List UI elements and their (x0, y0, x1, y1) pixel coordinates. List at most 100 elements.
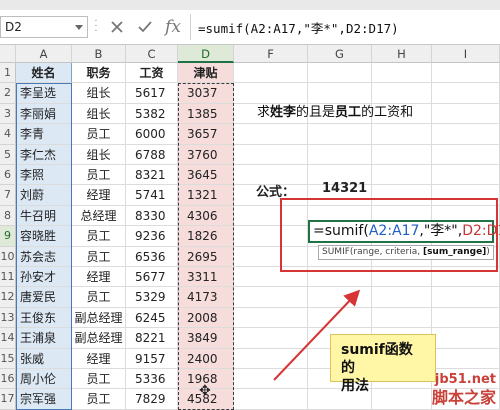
table-cell[interactable]: 9236 (126, 226, 178, 247)
table-cell[interactable]: 周小伦 (16, 369, 72, 390)
column-header-f[interactable]: F (234, 45, 308, 63)
cell[interactable] (432, 63, 500, 84)
insert-function-button[interactable]: fx (162, 16, 184, 38)
table-cell[interactable]: 刘蔚 (16, 185, 72, 206)
row-header-1[interactable]: 1 (0, 63, 16, 84)
table-cell[interactable]: 组长 (72, 103, 126, 125)
table-cell[interactable]: 李呈选 (16, 83, 72, 104)
cell[interactable] (308, 63, 372, 84)
cell[interactable] (432, 103, 500, 125)
cell[interactable] (432, 165, 500, 186)
cell[interactable] (234, 348, 308, 369)
table-cell[interactable]: 李丽娟 (16, 103, 72, 125)
column-header-d[interactable]: D (178, 45, 234, 63)
name-box[interactable]: D2 (0, 16, 88, 38)
cell[interactable] (308, 124, 372, 145)
cell[interactable] (308, 307, 372, 329)
cell[interactable] (234, 389, 308, 410)
editing-cell-g9[interactable]: =sumif(A2:A17,"李*",D2:D17) (308, 220, 500, 243)
table-cell[interactable]: 员工 (72, 287, 126, 308)
cell[interactable] (234, 307, 308, 329)
table-cell[interactable]: 3311 (178, 267, 234, 288)
check-icon[interactable] (134, 16, 156, 38)
table-cell[interactable]: 宗军强 (16, 389, 72, 410)
cell[interactable] (234, 63, 308, 84)
column-header-i[interactable]: I (432, 45, 500, 63)
table-cell[interactable]: 2008 (178, 307, 234, 329)
table-cell[interactable]: 员工 (72, 226, 126, 247)
cell[interactable] (432, 287, 500, 308)
cell[interactable] (372, 63, 432, 84)
table-cell[interactable]: 3645 (178, 165, 234, 186)
cell[interactable] (372, 287, 432, 308)
table-cell[interactable]: 经理 (72, 267, 126, 288)
cell[interactable] (234, 328, 308, 349)
cell[interactable] (372, 165, 432, 186)
formula-input[interactable]: =sumif(A2:A17,"李*",D2:D17) (198, 18, 399, 37)
table-cell[interactable]: 8330 (126, 205, 178, 227)
table-cell[interactable]: 5617 (126, 83, 178, 104)
table-cell[interactable]: 组长 (72, 144, 126, 165)
row-header-3[interactable]: 3 (0, 103, 16, 125)
column-header-g[interactable]: G (308, 45, 372, 63)
table-cell[interactable]: 1385 (178, 103, 234, 125)
table-cell[interactable]: 8221 (126, 328, 178, 349)
cell[interactable] (234, 287, 308, 308)
table-cell[interactable]: 6245 (126, 307, 178, 329)
cell[interactable] (372, 124, 432, 145)
row-header-15[interactable]: 15 (0, 348, 16, 369)
cell[interactable] (432, 124, 500, 145)
table-cell[interactable]: 员工 (72, 369, 126, 390)
cell[interactable] (432, 144, 500, 165)
function-tooltip[interactable]: SUMIF(range, criteria, [sum_range]) (318, 245, 494, 260)
cell[interactable] (234, 144, 308, 165)
table-cell[interactable]: 1321 (178, 185, 234, 206)
table-cell[interactable]: 经理 (72, 185, 126, 206)
table-cell[interactable]: 6000 (126, 124, 178, 145)
table-cell[interactable]: 2695 (178, 246, 234, 267)
cell[interactable] (432, 83, 500, 104)
row-header-10[interactable]: 10 (0, 246, 16, 267)
row-header-13[interactable]: 13 (0, 307, 16, 329)
cell[interactable] (234, 124, 308, 145)
row-header-4[interactable]: 4 (0, 124, 16, 145)
column-header-a[interactable]: A (16, 45, 72, 63)
table-cell[interactable]: 组长 (72, 83, 126, 104)
table-header[interactable]: 工资 (126, 63, 178, 84)
table-cell[interactable]: 5382 (126, 103, 178, 125)
table-cell[interactable]: 总经理 (72, 205, 126, 227)
row-header-7[interactable]: 7 (0, 185, 16, 206)
table-cell[interactable]: 李仁杰 (16, 144, 72, 165)
row-header-12[interactable]: 12 (0, 287, 16, 308)
table-cell[interactable]: 3037 (178, 83, 234, 104)
table-cell[interactable]: 4306 (178, 205, 234, 227)
table-cell[interactable]: 员工 (72, 246, 126, 267)
table-cell[interactable]: 7829 (126, 389, 178, 410)
cell[interactable] (432, 307, 500, 329)
table-cell[interactable]: 苏会志 (16, 246, 72, 267)
table-header[interactable]: 职务 (72, 63, 126, 84)
table-cell[interactable]: 3657 (178, 124, 234, 145)
column-header-c[interactable]: C (126, 45, 178, 63)
row-header-5[interactable]: 5 (0, 144, 16, 165)
table-cell[interactable]: 副总经理 (72, 307, 126, 329)
table-cell[interactable]: 容晓胜 (16, 226, 72, 247)
table-cell[interactable]: 5677 (126, 267, 178, 288)
row-header-9[interactable]: 9 (0, 226, 16, 247)
row-header-17[interactable]: 17 (0, 389, 16, 410)
cell[interactable] (234, 369, 308, 390)
table-cell[interactable]: 8321 (126, 165, 178, 186)
table-header[interactable]: 姓名 (16, 63, 72, 84)
cell[interactable] (308, 144, 372, 165)
formula-result[interactable]: 14321 (322, 181, 367, 196)
table-cell[interactable]: 员工 (72, 124, 126, 145)
table-cell[interactable]: 3849 (178, 328, 234, 349)
table-cell[interactable]: 6788 (126, 144, 178, 165)
table-cell[interactable]: 4173 (178, 287, 234, 308)
table-cell[interactable]: 副总经理 (72, 328, 126, 349)
cell[interactable] (432, 348, 500, 369)
drag-handle-icon[interactable]: · · · (93, 17, 99, 37)
table-cell[interactable]: 5741 (126, 185, 178, 206)
table-cell[interactable]: 5336 (126, 369, 178, 390)
row-header-11[interactable]: 11 (0, 267, 16, 288)
